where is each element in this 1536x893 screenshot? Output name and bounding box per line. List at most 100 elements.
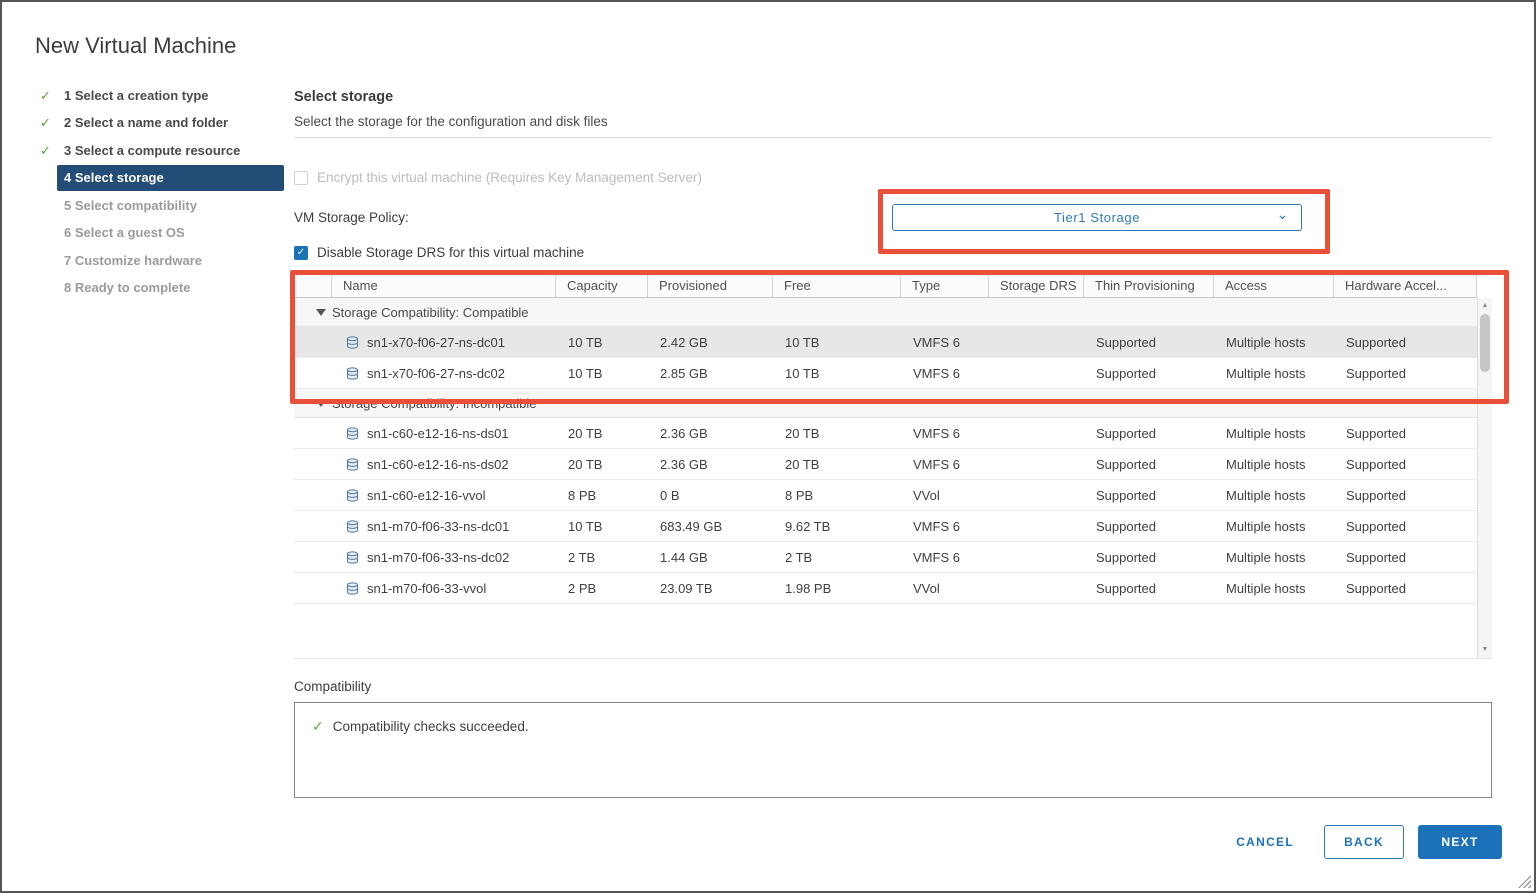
scrollbar-thumb[interactable]: [1480, 314, 1490, 372]
collapse-triangle-icon[interactable]: [316, 400, 326, 407]
column-header-access[interactable]: Access: [1214, 275, 1334, 297]
success-check-icon: ✓: [312, 718, 324, 735]
panel-heading: Select storage: [294, 88, 1492, 106]
column-header-name[interactable]: Name: [332, 275, 556, 297]
datastore-row[interactable]: sn1-c60-e12-16-ns-ds0120 TB2.36 GB20 TBV…: [294, 418, 1477, 449]
wizard-step-2[interactable]: ✓2 Select a name and folder: [34, 110, 284, 138]
type-cell: VMFS 6: [901, 519, 989, 534]
collapse-triangle-icon[interactable]: [316, 309, 326, 316]
datastore-row[interactable]: sn1-x70-f06-27-ns-dc0210 TB2.85 GB10 TBV…: [294, 358, 1477, 389]
column-header-type[interactable]: Type: [901, 275, 989, 297]
wizard-step-8[interactable]: 8 Ready to complete: [34, 275, 284, 303]
datastore-row[interactable]: sn1-c60-e12-16-ns-ds0220 TB2.36 GB20 TBV…: [294, 449, 1477, 480]
scroll-up-icon[interactable]: ▲: [1478, 299, 1492, 313]
wizard-step-7[interactable]: 7 Customize hardware: [34, 247, 284, 275]
column-header-thin-provisioning[interactable]: Thin Provisioning: [1084, 275, 1214, 297]
wizard-step-5[interactable]: 5 Select compatibility: [34, 192, 284, 220]
compatibility-label: Compatibility: [294, 678, 1492, 695]
datastore-name: sn1-c60-e12-16-ns-ds02: [367, 457, 509, 472]
capacity-cell: 20 TB: [556, 426, 648, 441]
column-header-storage-drs[interactable]: Storage DRS: [989, 275, 1084, 297]
type-cell: VVol: [901, 488, 989, 503]
wizard-step-3[interactable]: ✓3 Select a compute resource: [34, 137, 284, 165]
access-cell: Multiple hosts: [1214, 550, 1334, 565]
datastore-name-cell: sn1-m70-f06-33-vvol: [294, 581, 556, 596]
column-header-free[interactable]: Free: [773, 275, 901, 297]
compatibility-message: Compatibility checks succeeded.: [333, 719, 529, 734]
column-header-capacity[interactable]: Capacity: [556, 275, 648, 297]
datastore-row[interactable]: sn1-x70-f06-27-ns-dc0110 TB2.42 GB10 TBV…: [294, 327, 1477, 358]
datastore-name: sn1-m70-f06-33-ns-dc01: [367, 519, 509, 534]
datastore-row[interactable]: sn1-c60-e12-16-vvol8 PB0 B8 PBVVolSuppor…: [294, 480, 1477, 511]
thin-provisioning-cell: Supported: [1084, 335, 1214, 350]
access-cell: Multiple hosts: [1214, 366, 1334, 381]
capacity-cell: 10 TB: [556, 366, 648, 381]
capacity-cell: 10 TB: [556, 335, 648, 350]
datastore-name: sn1-x70-f06-27-ns-dc01: [367, 335, 505, 350]
step-done-check-icon: ✓: [34, 143, 57, 159]
dialog-title: New Virtual Machine: [35, 33, 236, 59]
datastore-icon: [346, 582, 359, 595]
hardware-accel-cell: Supported: [1334, 519, 1477, 534]
datastore-name-cell: sn1-x70-f06-27-ns-dc02: [294, 366, 556, 381]
thin-provisioning-cell: Supported: [1084, 457, 1214, 472]
group-label: Storage Compatibility: Compatible: [332, 305, 529, 320]
thin-provisioning-cell: Supported: [1084, 550, 1214, 565]
datastore-icon: [346, 458, 359, 471]
panel-subheading: Select the storage for the configuration…: [294, 113, 1492, 130]
datastore-row[interactable]: sn1-m70-f06-33-ns-dc0110 TB683.49 GB9.62…: [294, 511, 1477, 542]
encrypt-vm-row: Encrypt this virtual machine (Requires K…: [294, 170, 1492, 185]
vm-storage-policy-select[interactable]: Tier1 Storage ⌄: [892, 204, 1302, 231]
chevron-down-icon: ⌄: [1277, 206, 1289, 223]
hardware-accel-cell: Supported: [1334, 457, 1477, 472]
new-vm-wizard-dialog: New Virtual Machine ✓1 Select a creation…: [0, 0, 1536, 893]
cancel-button[interactable]: CANCEL: [1226, 825, 1304, 859]
free-cell: 9.62 TB: [773, 519, 901, 534]
type-cell: VMFS 6: [901, 366, 989, 381]
compatibility-box: ✓ Compatibility checks succeeded.: [294, 702, 1492, 798]
datastore-name-cell: sn1-m70-f06-33-ns-dc01: [294, 519, 556, 534]
step-label: 3 Select a compute resource: [57, 138, 284, 164]
datastore-row[interactable]: sn1-m70-f06-33-vvol2 PB23.09 TB1.98 PBVV…: [294, 573, 1477, 604]
hardware-accel-cell: Supported: [1334, 581, 1477, 596]
encrypt-vm-checkbox[interactable]: [294, 171, 308, 185]
step-done-check-icon: ✓: [34, 88, 57, 104]
scroll-down-icon[interactable]: ▼: [1478, 643, 1492, 657]
step-label: 8 Ready to complete: [57, 275, 284, 301]
wizard-step-4[interactable]: 4 Select storage: [34, 165, 284, 193]
step-label: 5 Select compatibility: [57, 193, 284, 219]
datastore-name: sn1-c60-e12-16-vvol: [367, 488, 486, 503]
provisioned-cell: 2.36 GB: [648, 426, 773, 441]
vm-storage-policy-row: VM Storage Policy: Tier1 Storage ⌄: [294, 204, 1492, 231]
disable-drs-row: ✓ Disable Storage DRS for this virtual m…: [294, 245, 1492, 260]
column-header-expander: [294, 275, 332, 297]
datastore-icon: [346, 336, 359, 349]
access-cell: Multiple hosts: [1214, 488, 1334, 503]
column-header-hardware-accel[interactable]: Hardware Accel...: [1334, 275, 1477, 297]
datastore-row[interactable]: sn1-m70-f06-33-ns-dc022 TB1.44 GB2 TBVMF…: [294, 542, 1477, 573]
storage-compatibility-group-row[interactable]: Storage Compatibility: Incompatible: [294, 389, 1477, 418]
group-label: Storage Compatibility: Incompatible: [332, 396, 537, 411]
access-cell: Multiple hosts: [1214, 519, 1334, 534]
table-body: Storage Compatibility: Compatible sn1-x70…: [294, 298, 1477, 604]
disable-drs-checkbox[interactable]: ✓: [294, 246, 308, 260]
thin-provisioning-cell: Supported: [1084, 581, 1214, 596]
step-done-check-icon: ✓: [34, 115, 57, 131]
datastore-icon: [346, 367, 359, 380]
wizard-step-1[interactable]: ✓1 Select a creation type: [34, 82, 284, 110]
capacity-cell: 8 PB: [556, 488, 648, 503]
provisioned-cell: 23.09 TB: [648, 581, 773, 596]
storage-compatibility-group-row[interactable]: Storage Compatibility: Compatible: [294, 298, 1477, 327]
hardware-accel-cell: Supported: [1334, 366, 1477, 381]
free-cell: 20 TB: [773, 426, 901, 441]
datastore-name-cell: sn1-c60-e12-16-ns-ds02: [294, 457, 556, 472]
column-header-provisioned[interactable]: Provisioned: [648, 275, 773, 297]
resize-gripper[interactable]: [1518, 875, 1531, 888]
access-cell: Multiple hosts: [1214, 335, 1334, 350]
divider: [294, 137, 1492, 138]
table-scrollbar[interactable]: ▲ ▼: [1477, 298, 1492, 658]
wizard-steps: ✓1 Select a creation type✓2 Select a nam…: [34, 82, 284, 302]
back-button[interactable]: BACK: [1324, 825, 1404, 859]
next-button[interactable]: NEXT: [1418, 825, 1502, 859]
wizard-step-6[interactable]: 6 Select a guest OS: [34, 220, 284, 248]
